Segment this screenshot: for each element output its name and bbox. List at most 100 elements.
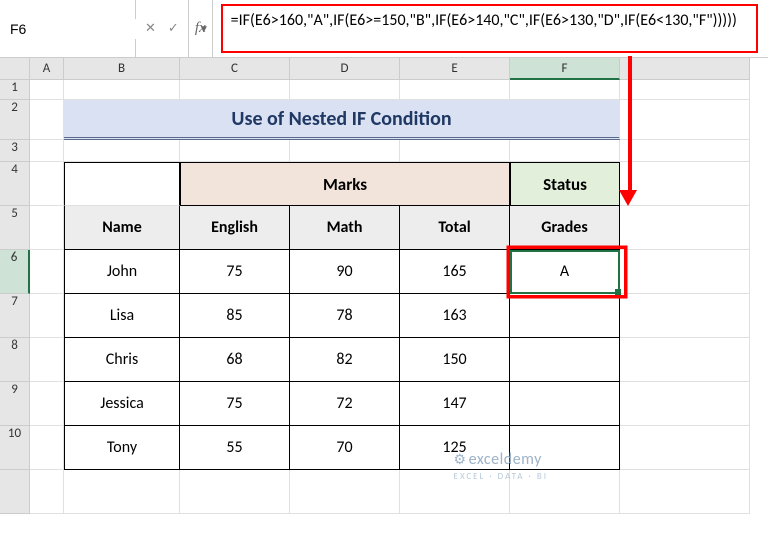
table-cell-total[interactable]: 125	[400, 426, 510, 470]
cell[interactable]	[620, 382, 750, 426]
cell[interactable]	[30, 382, 64, 426]
cell[interactable]	[620, 294, 750, 338]
cancel-icon[interactable]: ✕	[142, 21, 159, 36]
table-cell-english[interactable]: 55	[180, 426, 290, 470]
cell[interactable]	[64, 140, 180, 162]
cell[interactable]	[180, 140, 290, 162]
cell[interactable]	[180, 470, 290, 514]
row-header-blank[interactable]	[0, 470, 30, 514]
table-cell-english[interactable]: 68	[180, 338, 290, 382]
table-cell-total[interactable]: 150	[400, 338, 510, 382]
cell[interactable]	[30, 294, 64, 338]
row-header-1[interactable]: 1	[0, 80, 30, 100]
table-cell-math[interactable]: 78	[290, 294, 400, 338]
title-cell[interactable]: Use of Nested IF Condition	[64, 100, 620, 140]
cell[interactable]	[30, 100, 64, 140]
cell[interactable]	[620, 206, 750, 250]
cell[interactable]	[30, 470, 64, 514]
table-cell-math[interactable]: 82	[290, 338, 400, 382]
row-header-5[interactable]: 5	[0, 206, 30, 250]
cell[interactable]	[620, 140, 750, 162]
table-cell-grade[interactable]	[510, 338, 620, 382]
col-header-f[interactable]: F	[510, 58, 620, 80]
cells: Use of Nested IF Condition Marks Status	[30, 80, 768, 514]
cell[interactable]	[180, 80, 290, 100]
grid-right: A B C D E F Use of Nested IF Conditio	[30, 58, 768, 533]
col-header-b[interactable]: B	[64, 58, 180, 80]
row-header-6[interactable]: 6	[0, 250, 30, 294]
row-header-4[interactable]: 4	[0, 162, 30, 206]
table-cell-english[interactable]: 75	[180, 382, 290, 426]
cell[interactable]	[30, 426, 64, 470]
cell[interactable]	[30, 140, 64, 162]
cell[interactable]	[64, 470, 180, 514]
header-math[interactable]: Math	[290, 206, 400, 250]
header-total[interactable]: Total	[400, 206, 510, 250]
formula-bar-buttons: ✕ ✓	[136, 0, 189, 57]
cell[interactable]	[620, 426, 750, 470]
left-col: 1 2 3 4 5 6 7 8 9 10	[0, 58, 30, 533]
row-header-9[interactable]: 9	[0, 382, 30, 426]
table-cell-grade[interactable]	[510, 294, 620, 338]
cell[interactable]	[510, 140, 620, 162]
cell[interactable]	[400, 470, 510, 514]
col-header-d[interactable]: D	[290, 58, 400, 80]
accept-icon[interactable]: ✓	[165, 21, 182, 36]
cell[interactable]	[64, 162, 180, 206]
cell[interactable]	[620, 250, 750, 294]
header-name[interactable]: Name	[64, 206, 180, 250]
row-header-2[interactable]: 2	[0, 100, 30, 140]
cell[interactable]	[620, 162, 750, 206]
table-cell-name[interactable]: John	[64, 250, 180, 294]
col-header-a[interactable]: A	[30, 58, 64, 80]
table-cell-math[interactable]: 70	[290, 426, 400, 470]
select-all-corner[interactable]	[0, 58, 30, 80]
col-header-c[interactable]: C	[180, 58, 290, 80]
table-cell-name[interactable]: Jessica	[64, 382, 180, 426]
table-cell-grade[interactable]: A	[510, 250, 620, 294]
table-cell-name[interactable]: Chris	[64, 338, 180, 382]
header-marks[interactable]: Marks	[180, 162, 510, 206]
cell[interactable]	[290, 80, 400, 100]
cell[interactable]	[30, 250, 64, 294]
cell[interactable]	[620, 338, 750, 382]
cell[interactable]	[30, 80, 64, 100]
cell[interactable]	[400, 80, 510, 100]
table-cell-math[interactable]: 72	[290, 382, 400, 426]
table-cell-name[interactable]: Lisa	[64, 294, 180, 338]
col-header-e[interactable]: E	[400, 58, 510, 80]
cell[interactable]	[30, 206, 64, 250]
cell[interactable]	[400, 140, 510, 162]
table-cell-total[interactable]: 165	[400, 250, 510, 294]
header-status[interactable]: Status	[510, 162, 620, 206]
cell[interactable]	[620, 470, 750, 514]
cell[interactable]	[30, 162, 64, 206]
spreadsheet-grid: 1 2 3 4 5 6 7 8 9 10 A B C D E F	[0, 58, 768, 533]
cell[interactable]	[620, 100, 750, 140]
table-cell-english[interactable]: 75	[180, 250, 290, 294]
table-cell-math[interactable]: 90	[290, 250, 400, 294]
row-header-10[interactable]: 10	[0, 426, 30, 470]
cell[interactable]	[290, 140, 400, 162]
cell[interactable]	[290, 470, 400, 514]
formula-input[interactable]: =IF(E6>160,"A",IF(E6>=150,"B",IF(E6>140,…	[221, 4, 758, 53]
col-header-blank[interactable]	[620, 58, 750, 80]
row-header-8[interactable]: 8	[0, 338, 30, 382]
table-cell-total[interactable]: 163	[400, 294, 510, 338]
fx-icon[interactable]: fx	[189, 0, 213, 57]
table-cell-total[interactable]: 147	[400, 382, 510, 426]
table-cell-grade[interactable]	[510, 382, 620, 426]
header-grades[interactable]: Grades	[510, 206, 620, 250]
cell[interactable]	[64, 80, 180, 100]
cell[interactable]	[620, 80, 750, 100]
row-header-7[interactable]: 7	[0, 294, 30, 338]
table-cell-grade[interactable]	[510, 426, 620, 470]
cell[interactable]	[510, 470, 620, 514]
header-english[interactable]: English	[180, 206, 290, 250]
row-header-3[interactable]: 3	[0, 140, 30, 162]
table-cell-name[interactable]: Tony	[64, 426, 180, 470]
formula-box-wrap: =IF(E6>160,"A",IF(E6>=150,"B",IF(E6>140,…	[213, 0, 768, 57]
cell[interactable]	[30, 338, 64, 382]
cell[interactable]	[510, 80, 620, 100]
table-cell-english[interactable]: 85	[180, 294, 290, 338]
